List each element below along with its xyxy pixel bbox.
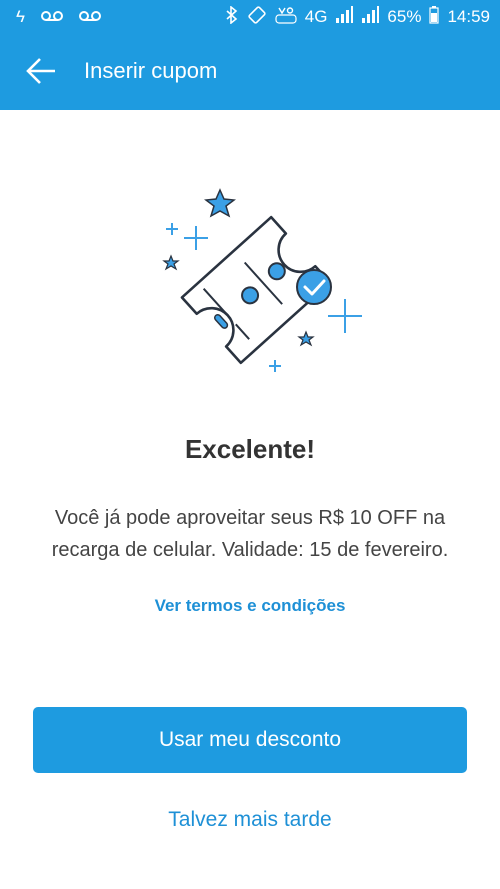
- coupon-message: Você já pode aproveitar seus R$ 10 OFF n…: [51, 507, 449, 561]
- battery-icon: [429, 5, 440, 27]
- star-icon: [204, 188, 236, 218]
- network-type: 4G: [304, 6, 328, 26]
- voicemail-icon: [41, 8, 63, 25]
- coupon-ticket-illustration: [162, 188, 362, 372]
- signal-icon: [361, 5, 380, 27]
- status-bar-right: 4G 65% 14:59: [225, 4, 500, 27]
- status-bar: ϟ 4G 65% 14:59: [0, 0, 500, 32]
- bluetooth-icon: [225, 4, 239, 27]
- check-badge-icon: [296, 269, 332, 305]
- terms-link[interactable]: Ver termos e condições: [0, 596, 500, 616]
- app-bar: Inserir cupom: [0, 32, 500, 110]
- voicemail-icon: [79, 8, 101, 25]
- battery-level: 65%: [387, 6, 422, 26]
- headline: Excelente!: [184, 434, 316, 464]
- volte-icon: [275, 6, 297, 27]
- use-discount-button[interactable]: Usar meu desconto: [33, 707, 467, 773]
- arrow-left-icon: [26, 58, 55, 84]
- star-icon: [162, 254, 180, 271]
- back-button[interactable]: [16, 46, 66, 96]
- clock: 14:59: [447, 6, 490, 26]
- signal-icon: [335, 5, 354, 27]
- maybe-later-button[interactable]: Talvez mais tarde: [0, 808, 500, 832]
- page-title: Inserir cupom: [84, 58, 218, 83]
- vibrate-icon: [247, 5, 267, 27]
- star-icon: [297, 330, 315, 347]
- status-bar-left: ϟ: [0, 8, 101, 25]
- flash-icon: ϟ: [16, 6, 25, 26]
